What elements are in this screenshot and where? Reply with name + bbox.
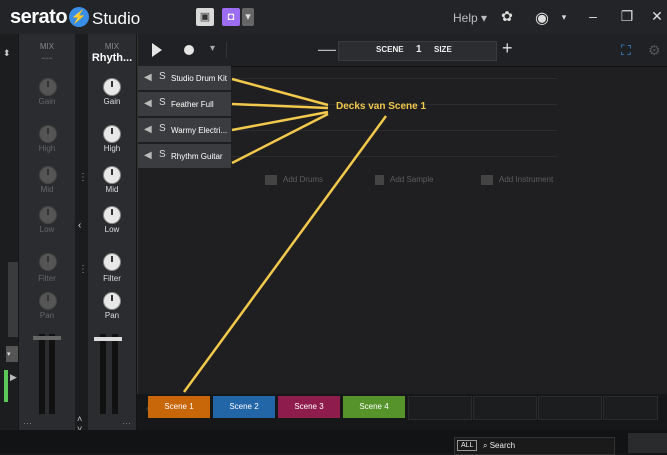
empty-scene-slot[interactable] (473, 396, 537, 420)
tab-scene-1[interactable]: Scene 1 (148, 396, 210, 418)
tab-scene-3[interactable]: Scene 3 (278, 396, 340, 418)
search-bar[interactable]: ALL ⌕ Search (454, 437, 615, 455)
annotation-arrows (182, 77, 388, 393)
panel-toggle[interactable] (628, 433, 667, 453)
search-icon: ⌕ Search (483, 441, 516, 450)
tab-scene-2[interactable]: Scene 2 (213, 396, 275, 418)
annotation-label: Decks van Scene 1 (336, 101, 427, 112)
annotation-arrow (231, 102, 329, 110)
tab-scene-4[interactable]: Scene 4 (343, 396, 405, 418)
empty-scene-slot[interactable] (603, 396, 658, 420)
annotation-arrow (182, 115, 388, 393)
annotation-arrow (231, 77, 329, 107)
empty-scene-slot[interactable] (538, 396, 602, 420)
search-scope[interactable]: ALL (457, 440, 478, 451)
empty-scene-slot[interactable] (408, 396, 472, 420)
